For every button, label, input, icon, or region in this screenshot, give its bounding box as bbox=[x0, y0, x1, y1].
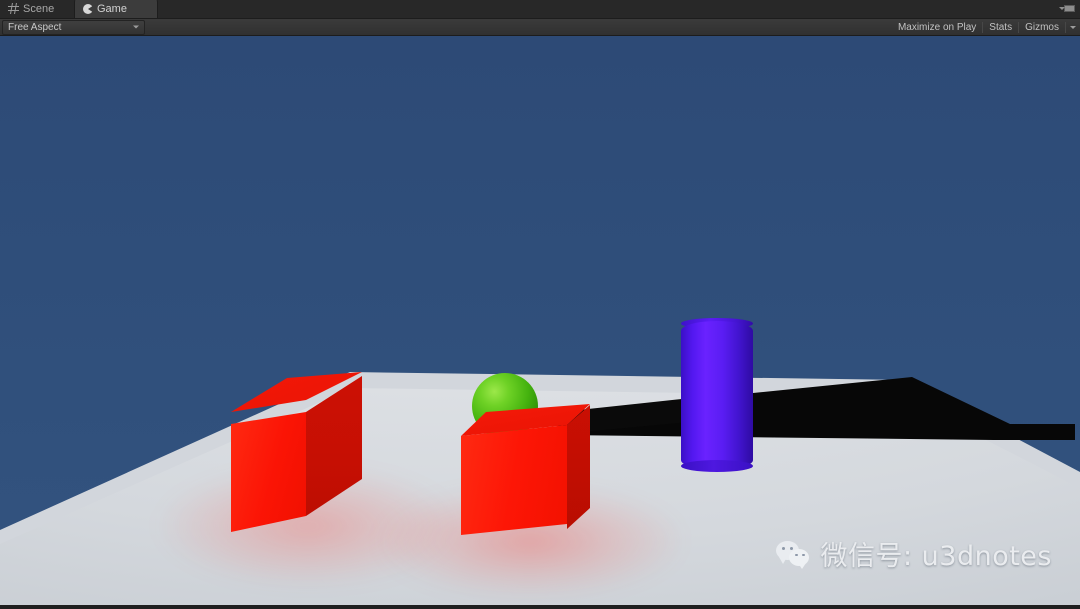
game-view-toolbar: Free Aspect Maximize on Play Stats Gizmo… bbox=[0, 19, 1080, 36]
grid-icon bbox=[8, 3, 19, 14]
chevron-down-icon bbox=[133, 25, 139, 29]
cube-center-right-face bbox=[567, 405, 590, 529]
cube-center-front-face bbox=[461, 425, 567, 535]
pacman-icon bbox=[83, 4, 93, 14]
gizmos-label: Gizmos bbox=[1025, 21, 1059, 33]
cube-center[interactable] bbox=[0, 36, 1080, 609]
chevron-down-icon bbox=[1070, 25, 1076, 29]
bottom-strip bbox=[0, 605, 1080, 609]
tab-scene-label: Scene bbox=[23, 2, 55, 15]
game-viewport[interactable]: 微信号: u3dnotes bbox=[0, 36, 1080, 609]
tab-game[interactable]: Game bbox=[74, 0, 158, 18]
tab-scene[interactable]: Scene bbox=[0, 0, 74, 18]
tab-bar: Scene Game bbox=[0, 0, 1080, 19]
stats-label: Stats bbox=[989, 21, 1013, 33]
maximize-on-play-button[interactable]: Maximize on Play bbox=[892, 20, 982, 35]
unity-game-view-window: Scene Game Free Aspect Maximize on Play … bbox=[0, 0, 1080, 609]
aspect-ratio-value: Free Aspect bbox=[8, 21, 62, 33]
stats-button[interactable]: Stats bbox=[983, 20, 1018, 35]
panel-menu-icon[interactable] bbox=[1058, 0, 1080, 18]
tab-game-label: Game bbox=[97, 3, 127, 15]
gizmos-dropdown-button[interactable] bbox=[1066, 20, 1080, 35]
maximize-on-play-label: Maximize on Play bbox=[897, 21, 977, 33]
gizmos-button[interactable]: Gizmos bbox=[1019, 20, 1065, 35]
aspect-ratio-dropdown[interactable]: Free Aspect bbox=[2, 19, 145, 35]
